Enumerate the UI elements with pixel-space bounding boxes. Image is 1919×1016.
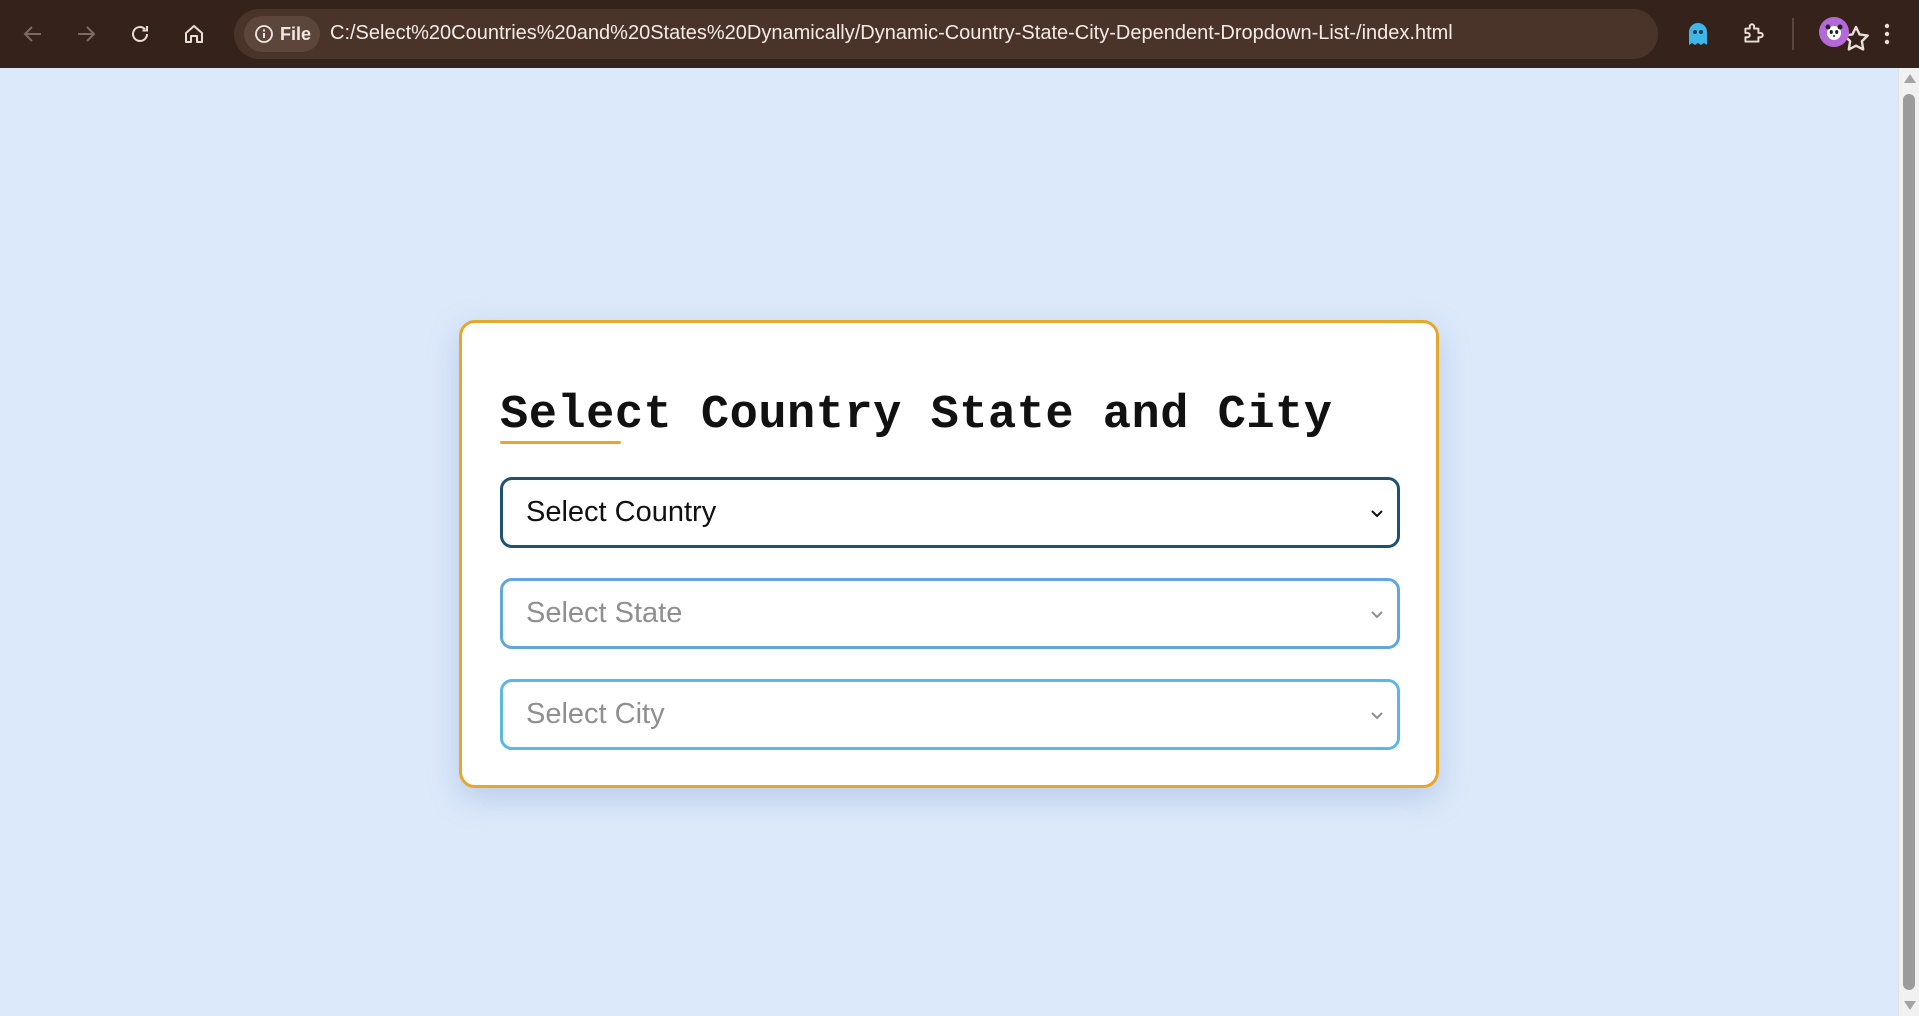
selection-card: Select Country State and City Select Cou… [459,320,1439,788]
page-info-chip[interactable]: File [244,16,320,52]
address-bar[interactable]: File C:/Select%20Countries%20and%20State… [234,9,1869,59]
puzzle-icon [1744,23,1764,43]
page-scrollbar[interactable] [1898,68,1919,1016]
kebab-menu-icon [1884,23,1890,45]
scroll-down-arrow-icon[interactable] [1904,1001,1916,1010]
chevron-down-icon [1371,510,1383,518]
back-button[interactable] [13,14,53,54]
info-icon [255,25,273,43]
forward-arrow-icon [78,26,96,42]
profile-avatar[interactable] [1819,17,1849,47]
page-info-label: File [280,23,312,44]
ghost-extension-button[interactable] [1678,14,1718,54]
back-arrow-icon [23,26,41,42]
reload-button[interactable] [120,14,160,54]
home-icon [185,25,203,43]
title-underline [500,441,621,444]
browser-menu-button[interactable] [1867,14,1907,54]
browser-toolbar: File C:/Select%20Countries%20and%20State… [0,0,1919,68]
city-select[interactable]: Select City [500,679,1400,750]
scroll-up-arrow-icon[interactable] [1904,74,1916,83]
home-button[interactable] [174,14,214,54]
panda-avatar-icon [1825,24,1843,40]
chevron-down-icon [1371,712,1383,720]
chevron-down-icon [1371,611,1383,619]
reload-icon [132,26,148,42]
state-select-value: Select State [526,597,683,629]
forward-button[interactable] [66,14,106,54]
url-text[interactable]: C:/Select%20Countries%20and%20States%20D… [330,22,1453,45]
extensions-button[interactable] [1733,14,1773,54]
scrollbar-thumb[interactable] [1903,94,1915,990]
city-select-value: Select City [526,698,665,730]
toolbar-divider [1792,18,1794,50]
state-select[interactable]: Select State [500,578,1400,649]
country-select-value: Select Country [526,496,717,528]
country-select[interactable]: Select Country [500,477,1400,548]
ghost-icon [1689,23,1707,45]
page-title: Select Country State and City [500,389,1333,442]
